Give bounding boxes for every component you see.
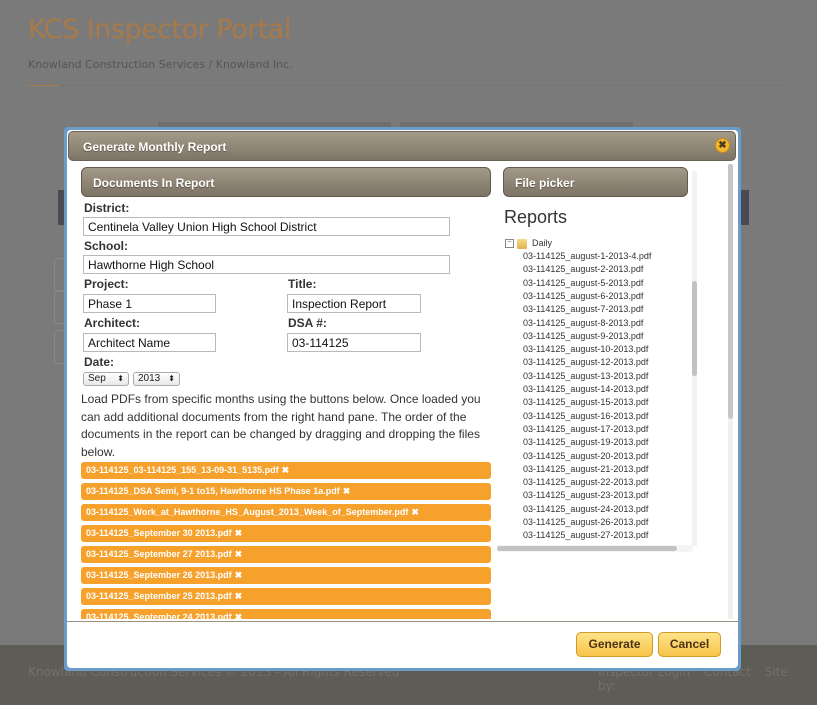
report-document[interactable]: 03-114125_September 25 2013.pdf ✖ [81, 588, 491, 605]
report-document[interactable]: 03-114125_DSA Semi, 9-1 to15, Hawthorne … [81, 483, 491, 500]
dsa-field[interactable] [287, 333, 421, 352]
file-item[interactable]: 03-114125_august-23-2013.pdf [523, 489, 648, 502]
file-item[interactable]: 03-114125_august-13-2013.pdf [523, 370, 648, 383]
reports-heading: Reports [504, 207, 568, 227]
file-item[interactable]: 03-114125_august-9-2013.pdf [523, 330, 643, 343]
file-tree: − Daily 03-114125_august-1-2013-4.pdf 03-1… [505, 236, 691, 544]
close-icon[interactable]: ✖ [715, 138, 730, 153]
file-item[interactable]: 03-114125_august-19-2013.pdf [523, 436, 648, 449]
folder-label: Daily [532, 238, 553, 248]
year-select[interactable]: 2013 ⬍ [133, 372, 180, 386]
file-item[interactable]: 03-114125_august-8-2013.pdf [523, 317, 643, 330]
district-label: District: [84, 201, 130, 215]
remove-icon[interactable]: ✖ [411, 507, 419, 517]
document-name: 03-114125_03-114125_155_13-09-31_5135.pd… [86, 465, 279, 475]
district-field[interactable] [83, 217, 450, 236]
document-name: 03-114125_Work_at_Hawthorne_HS_August_20… [86, 507, 409, 517]
instructions-text: Load PDFs from specific months using the… [81, 392, 481, 459]
file-tree-horizontal-scrollbar[interactable] [497, 545, 693, 552]
scrollbar-thumb[interactable] [728, 164, 733, 419]
year-value: 2013 [138, 373, 161, 384]
tree-folder-daily[interactable]: − Daily [505, 236, 552, 250]
dialog-button-divider [67, 621, 738, 622]
file-item[interactable]: 03-114125_august-6-2013.pdf [523, 290, 643, 303]
file-picker-title: File picker [515, 176, 575, 190]
dialog-body: Generate Monthly Report ✖ Documents In R… [67, 130, 738, 668]
documents-pane-header: Documents In Report [81, 167, 491, 197]
file-item[interactable]: 03-114125_august-1-2013-4.pdf [523, 250, 651, 263]
file-item[interactable]: 03-114125_august-27-2013.pdf [523, 529, 648, 542]
file-item[interactable]: 03-114125_august-15-2013.pdf [523, 396, 648, 409]
document-name: 03-114125_September 25 2013.pdf [86, 591, 232, 601]
file-item[interactable]: 03-114125_august-10-2013.pdf [523, 343, 648, 356]
month-value: Sep [88, 373, 106, 384]
remove-icon[interactable]: ✖ [235, 612, 243, 619]
file-item[interactable]: 03-114125_august-5-2013.pdf [523, 277, 643, 290]
collapse-icon[interactable]: − [505, 239, 514, 249]
scrollbar-thumb[interactable] [497, 546, 677, 551]
document-name: 03-114125_September 30 2013.pdf [86, 528, 232, 538]
report-document[interactable]: 03-114125_September 30 2013.pdf ✖ [81, 525, 491, 542]
cancel-button[interactable]: Cancel [658, 632, 721, 657]
file-item[interactable]: 03-114125_august-20-2013.pdf [523, 450, 648, 463]
document-name: 03-114125_September 26 2013.pdf [86, 570, 232, 580]
dsa-label: DSA #: [288, 316, 327, 330]
scrollbar-thumb[interactable] [692, 281, 697, 376]
file-item[interactable]: 03-114125_august-26-2013.pdf [523, 516, 648, 529]
select-arrows-icon: ⬍ [117, 374, 124, 383]
documents-pane: District: School: Project: Title: Archit… [81, 201, 493, 619]
architect-field[interactable] [83, 333, 216, 352]
document-name: 03-114125_September 27 2013.pdf [86, 549, 232, 559]
generate-report-dialog: Generate Monthly Report ✖ Documents In R… [64, 127, 741, 671]
generate-button[interactable]: Generate [576, 632, 653, 657]
file-item[interactable]: 03-114125_august-22-2013.pdf [523, 476, 648, 489]
documents-pane-title: Documents In Report [93, 176, 215, 190]
dialog-scrollbar[interactable] [728, 164, 733, 619]
header-divider [28, 85, 788, 86]
project-field[interactable] [83, 294, 216, 313]
dialog-titlebar[interactable]: Generate Monthly Report ✖ [68, 131, 736, 161]
file-tree-scrollbar[interactable] [692, 171, 697, 546]
remove-icon[interactable]: ✖ [235, 591, 243, 601]
dialog-title: Generate Monthly Report [83, 140, 227, 154]
file-item[interactable]: 03-114125_august-21-2013.pdf [523, 463, 648, 476]
title-field[interactable] [287, 294, 421, 313]
file-item[interactable]: 03-114125_august-24-2013.pdf [523, 503, 648, 516]
header-divider-accent [28, 85, 60, 86]
month-select[interactable]: Sep ⬍ [83, 372, 129, 386]
report-document[interactable]: 03-114125_03-114125_155_13-09-31_5135.pd… [81, 462, 491, 479]
background-grip [741, 190, 749, 225]
file-item[interactable]: 03-114125_august-7-2013.pdf [523, 303, 643, 316]
date-label: Date: [84, 355, 115, 369]
school-label: School: [84, 239, 128, 253]
file-item[interactable]: 03-114125_august-16-2013.pdf [523, 410, 648, 423]
file-item[interactable]: 03-114125_august-17-2013.pdf [523, 423, 648, 436]
remove-icon[interactable]: ✖ [343, 486, 351, 496]
site-subtitle: Knowland Construction Services / Knowlan… [28, 58, 293, 71]
project-label: Project: [84, 277, 129, 291]
architect-label: Architect: [84, 316, 141, 330]
remove-icon[interactable]: ✖ [235, 528, 243, 538]
file-item[interactable]: 03-114125_august-14-2013.pdf [523, 383, 648, 396]
report-document[interactable]: 03-114125_September 24 2013.pdf ✖ [81, 609, 491, 619]
remove-icon[interactable]: ✖ [282, 465, 290, 475]
report-document[interactable]: 03-114125_September 27 2013.pdf ✖ [81, 546, 491, 563]
file-picker-header: File picker [503, 167, 688, 197]
school-field[interactable] [83, 255, 450, 274]
folder-icon [517, 238, 527, 249]
remove-icon[interactable]: ✖ [235, 570, 243, 580]
file-item[interactable]: 03-114125_august-2-2013.pdf [523, 263, 643, 276]
document-name: 03-114125_September 24 2013.pdf [86, 612, 232, 619]
remove-icon[interactable]: ✖ [235, 549, 243, 559]
file-item[interactable]: 03-114125_august-12-2013.pdf [523, 356, 648, 369]
report-document[interactable]: 03-114125_Work_at_Hawthorne_HS_August_20… [81, 504, 491, 521]
report-document[interactable]: 03-114125_September 26 2013.pdf ✖ [81, 567, 491, 584]
select-arrows-icon: ⬍ [168, 374, 175, 383]
site-title: KCS Inspector Portal [28, 14, 291, 45]
title-label: Title: [288, 277, 317, 291]
document-name: 03-114125_DSA Semi, 9-1 to15, Hawthorne … [86, 486, 340, 496]
